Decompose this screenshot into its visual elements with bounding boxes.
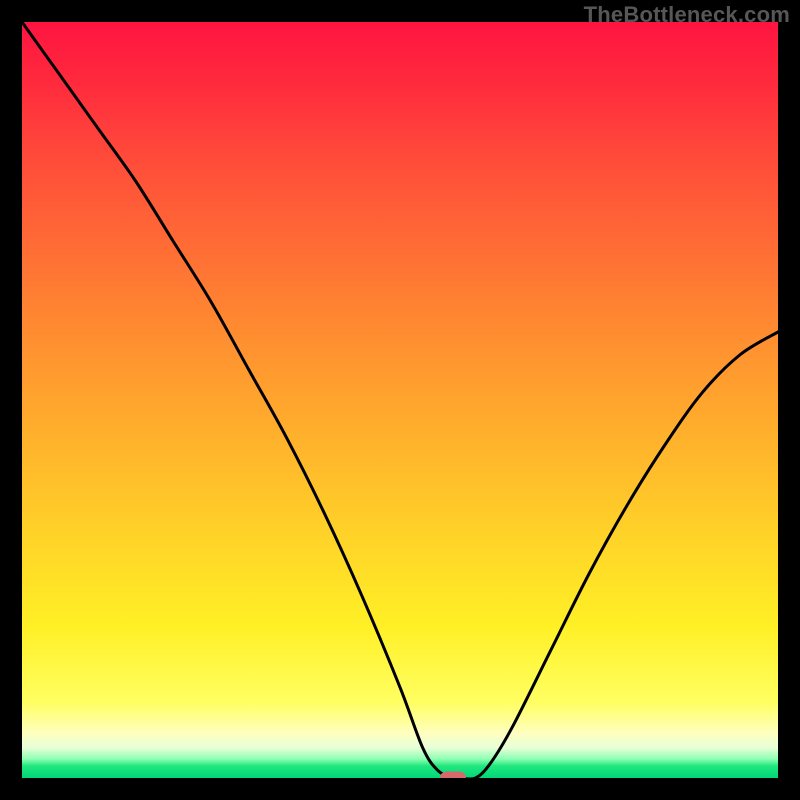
watermark-text: TheBottleneck.com	[584, 2, 790, 28]
plot-area	[22, 22, 778, 778]
bottleneck-curve-path	[22, 22, 778, 778]
chart-frame: TheBottleneck.com	[0, 0, 800, 800]
optimal-point-marker	[440, 772, 466, 779]
bottleneck-curve-svg	[22, 22, 778, 778]
